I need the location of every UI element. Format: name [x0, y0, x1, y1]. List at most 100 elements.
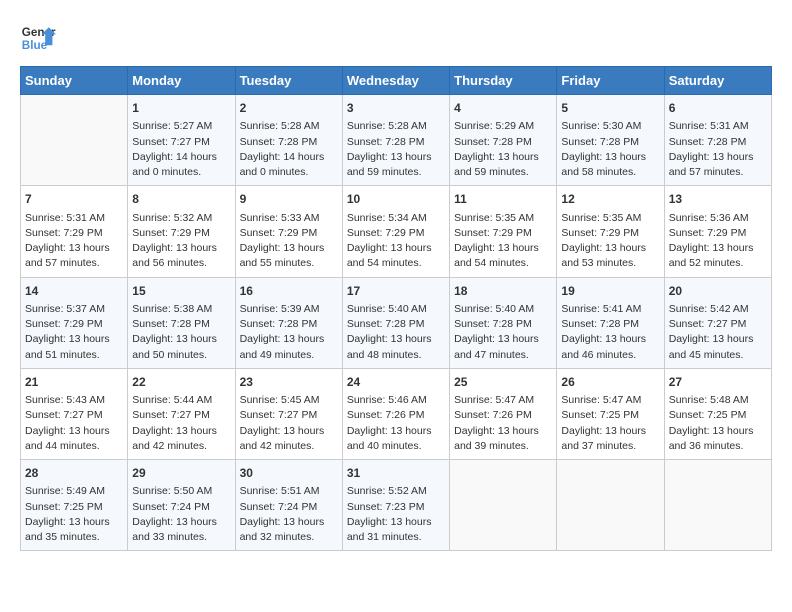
col-header-sunday: Sunday — [21, 67, 128, 95]
day-info: Sunset: 7:24 PM — [240, 500, 338, 515]
day-info: Daylight: 13 hours — [347, 150, 445, 165]
day-number: 25 — [454, 374, 552, 391]
day-info: Daylight: 13 hours — [454, 424, 552, 439]
day-cell — [21, 95, 128, 186]
day-info: Sunrise: 5:27 AM — [132, 119, 230, 134]
day-info: Sunset: 7:26 PM — [454, 408, 552, 423]
day-info: Daylight: 13 hours — [132, 332, 230, 347]
day-info: Sunset: 7:25 PM — [25, 500, 123, 515]
day-cell: 26Sunrise: 5:47 AMSunset: 7:25 PMDayligh… — [557, 368, 664, 459]
day-info: Sunset: 7:28 PM — [454, 135, 552, 150]
day-info: and 54 minutes. — [454, 256, 552, 271]
day-info: and 32 minutes. — [240, 530, 338, 545]
day-info: Sunrise: 5:40 AM — [454, 302, 552, 317]
day-number: 27 — [669, 374, 767, 391]
day-info: and 57 minutes. — [25, 256, 123, 271]
col-header-friday: Friday — [557, 67, 664, 95]
day-info: Sunrise: 5:40 AM — [347, 302, 445, 317]
day-info: and 50 minutes. — [132, 348, 230, 363]
day-info: Sunset: 7:29 PM — [347, 226, 445, 241]
day-info: and 37 minutes. — [561, 439, 659, 454]
day-info: Sunset: 7:29 PM — [132, 226, 230, 241]
day-number: 13 — [669, 191, 767, 208]
day-info: Daylight: 13 hours — [240, 424, 338, 439]
day-info: Sunset: 7:29 PM — [25, 226, 123, 241]
col-header-thursday: Thursday — [450, 67, 557, 95]
day-cell: 29Sunrise: 5:50 AMSunset: 7:24 PMDayligh… — [128, 460, 235, 551]
week-row-4: 21Sunrise: 5:43 AMSunset: 7:27 PMDayligh… — [21, 368, 772, 459]
day-info: Daylight: 13 hours — [132, 515, 230, 530]
day-info: and 39 minutes. — [454, 439, 552, 454]
day-number: 18 — [454, 283, 552, 300]
day-info: Sunrise: 5:50 AM — [132, 484, 230, 499]
day-info: Sunrise: 5:29 AM — [454, 119, 552, 134]
day-number: 31 — [347, 465, 445, 482]
day-info: Daylight: 13 hours — [669, 241, 767, 256]
day-number: 29 — [132, 465, 230, 482]
day-info: and 42 minutes. — [132, 439, 230, 454]
day-cell: 8Sunrise: 5:32 AMSunset: 7:29 PMDaylight… — [128, 186, 235, 277]
day-info: and 44 minutes. — [25, 439, 123, 454]
day-info: Sunrise: 5:35 AM — [454, 211, 552, 226]
day-info: and 58 minutes. — [561, 165, 659, 180]
day-info: Sunrise: 5:51 AM — [240, 484, 338, 499]
day-info: and 42 minutes. — [240, 439, 338, 454]
day-number: 23 — [240, 374, 338, 391]
day-info: and 0 minutes. — [240, 165, 338, 180]
day-info: Daylight: 13 hours — [347, 515, 445, 530]
day-info: Daylight: 13 hours — [561, 332, 659, 347]
day-number: 10 — [347, 191, 445, 208]
day-info: Sunrise: 5:49 AM — [25, 484, 123, 499]
day-number: 7 — [25, 191, 123, 208]
day-info: Daylight: 13 hours — [240, 241, 338, 256]
day-cell: 23Sunrise: 5:45 AMSunset: 7:27 PMDayligh… — [235, 368, 342, 459]
col-header-monday: Monday — [128, 67, 235, 95]
day-info: Daylight: 13 hours — [454, 332, 552, 347]
day-info: Daylight: 13 hours — [454, 150, 552, 165]
day-cell: 17Sunrise: 5:40 AMSunset: 7:28 PMDayligh… — [342, 277, 449, 368]
day-info: and 54 minutes. — [347, 256, 445, 271]
day-info: Sunrise: 5:32 AM — [132, 211, 230, 226]
day-cell: 28Sunrise: 5:49 AMSunset: 7:25 PMDayligh… — [21, 460, 128, 551]
day-info: Sunset: 7:25 PM — [669, 408, 767, 423]
day-info: Sunset: 7:28 PM — [132, 317, 230, 332]
day-info: Sunset: 7:28 PM — [561, 135, 659, 150]
day-info: and 49 minutes. — [240, 348, 338, 363]
day-number: 21 — [25, 374, 123, 391]
day-info: Sunrise: 5:44 AM — [132, 393, 230, 408]
day-info: and 31 minutes. — [347, 530, 445, 545]
day-info: Daylight: 13 hours — [669, 424, 767, 439]
day-cell: 16Sunrise: 5:39 AMSunset: 7:28 PMDayligh… — [235, 277, 342, 368]
day-cell: 19Sunrise: 5:41 AMSunset: 7:28 PMDayligh… — [557, 277, 664, 368]
day-info: Daylight: 13 hours — [561, 424, 659, 439]
day-info: Sunrise: 5:35 AM — [561, 211, 659, 226]
day-cell: 13Sunrise: 5:36 AMSunset: 7:29 PMDayligh… — [664, 186, 771, 277]
day-info: Daylight: 13 hours — [132, 424, 230, 439]
day-cell — [557, 460, 664, 551]
day-info: and 57 minutes. — [669, 165, 767, 180]
day-info: Daylight: 14 hours — [132, 150, 230, 165]
day-cell: 3Sunrise: 5:28 AMSunset: 7:28 PMDaylight… — [342, 95, 449, 186]
day-number: 8 — [132, 191, 230, 208]
day-info: and 45 minutes. — [669, 348, 767, 363]
day-info: and 35 minutes. — [25, 530, 123, 545]
day-cell — [664, 460, 771, 551]
week-row-3: 14Sunrise: 5:37 AMSunset: 7:29 PMDayligh… — [21, 277, 772, 368]
day-info: Daylight: 13 hours — [454, 241, 552, 256]
day-number: 6 — [669, 100, 767, 117]
day-info: Sunrise: 5:39 AM — [240, 302, 338, 317]
day-info: Sunset: 7:29 PM — [25, 317, 123, 332]
logo: General Blue — [20, 20, 56, 56]
day-info: Sunrise: 5:52 AM — [347, 484, 445, 499]
day-info: Sunset: 7:28 PM — [347, 135, 445, 150]
day-info: Daylight: 13 hours — [561, 241, 659, 256]
day-cell: 21Sunrise: 5:43 AMSunset: 7:27 PMDayligh… — [21, 368, 128, 459]
day-info: Sunrise: 5:38 AM — [132, 302, 230, 317]
day-number: 2 — [240, 100, 338, 117]
day-info: Daylight: 13 hours — [240, 515, 338, 530]
day-info: and 46 minutes. — [561, 348, 659, 363]
day-number: 16 — [240, 283, 338, 300]
day-info: Sunrise: 5:28 AM — [240, 119, 338, 134]
day-info: Daylight: 13 hours — [25, 515, 123, 530]
day-info: Daylight: 14 hours — [240, 150, 338, 165]
